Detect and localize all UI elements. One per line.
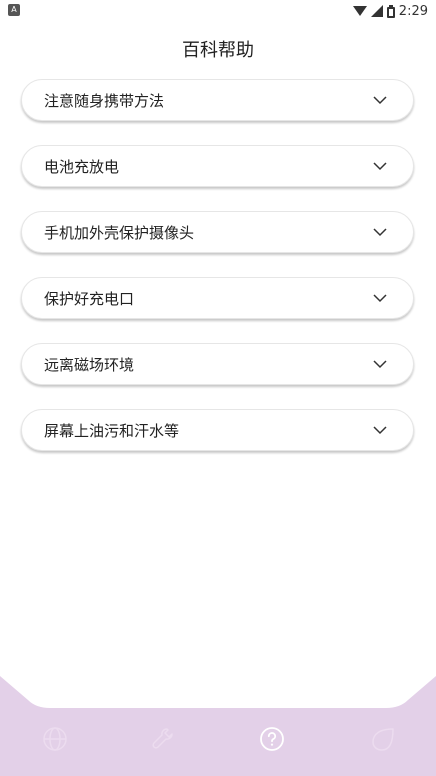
- nav-globe[interactable]: [42, 726, 68, 752]
- status-icons: 2:29: [352, 2, 428, 20]
- page-title: 百科帮助: [182, 40, 254, 61]
- chevron-down-icon: [373, 294, 387, 303]
- signal-icon: [370, 5, 383, 17]
- faq-item-magnetic[interactable]: 远离磁场环境: [21, 343, 414, 385]
- faq-item-label: 保护好充电口: [44, 290, 135, 308]
- status-time: 2:29: [398, 3, 428, 19]
- faq-item-label: 屏幕上油污和汗水等: [44, 422, 180, 440]
- nav-help[interactable]: [259, 726, 285, 752]
- notification-icon: A: [8, 4, 20, 16]
- faq-item-camera[interactable]: 手机加外壳保护摄像头: [21, 211, 414, 253]
- faq-item-label: 远离磁场环境: [44, 356, 135, 374]
- faq-item-label: 电池充放电: [44, 158, 120, 176]
- chevron-down-icon: [373, 96, 387, 105]
- faq-item-label: 注意随身携带方法: [44, 92, 165, 110]
- faq-item-label: 手机加外壳保护摄像头: [44, 224, 195, 242]
- faq-list: 注意随身携带方法 电池充放电 手机加外壳保护摄像头 保护好充电口 远离磁场环境 …: [21, 79, 414, 475]
- help-icon: [260, 727, 284, 751]
- chevron-down-icon: [373, 426, 387, 435]
- chevron-down-icon: [373, 360, 387, 369]
- nav-leaf[interactable]: [370, 726, 396, 752]
- faq-item-battery[interactable]: 电池充放电: [21, 145, 414, 187]
- bottom-nav: [0, 670, 436, 776]
- battery-icon: [386, 4, 395, 18]
- wifi-icon: [352, 6, 367, 16]
- status-bar: A 2:29: [0, 0, 436, 22]
- wrench-icon: [152, 728, 173, 749]
- chevron-down-icon: [373, 228, 387, 237]
- leaf-icon: [372, 728, 394, 751]
- faq-item-screen[interactable]: 屏幕上油污和汗水等: [21, 409, 414, 451]
- faq-item-carry[interactable]: 注意随身携带方法: [21, 79, 414, 121]
- bottom-nav-background: [0, 676, 436, 776]
- chevron-down-icon: [373, 162, 387, 171]
- nav-wrench[interactable]: [150, 726, 176, 752]
- globe-icon: [43, 727, 67, 751]
- faq-item-charge-port[interactable]: 保护好充电口: [21, 277, 414, 319]
